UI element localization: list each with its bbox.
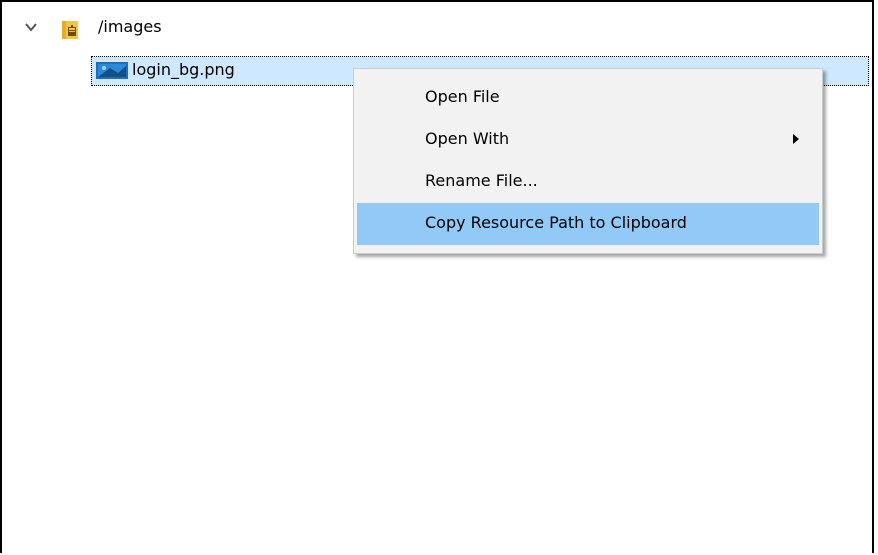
menu-item-copy-resource-path[interactable]: Copy Resource Path to Clipboard — [357, 203, 819, 245]
context-menu: Open File Open With Rename File... Copy … — [353, 68, 823, 254]
tree-folder-row[interactable]: /images — [4, 16, 864, 40]
submenu-arrow-icon — [793, 134, 799, 144]
menu-item-rename-file[interactable]: Rename File... — [357, 161, 819, 203]
menu-item-open-with[interactable]: Open With — [357, 119, 819, 161]
menu-item-open-file[interactable]: Open File — [357, 77, 819, 119]
menu-item-label: Rename File... — [425, 171, 538, 190]
file-label: login_bg.png — [132, 60, 235, 79]
package-folder-icon — [62, 21, 78, 39]
menu-item-label: Copy Resource Path to Clipboard — [425, 213, 687, 232]
folder-label: /images — [98, 17, 162, 36]
menu-item-label: Open File — [425, 87, 500, 106]
chevron-down-icon[interactable] — [24, 20, 38, 34]
image-file-icon — [96, 62, 128, 79]
menu-item-label: Open With — [425, 129, 510, 148]
